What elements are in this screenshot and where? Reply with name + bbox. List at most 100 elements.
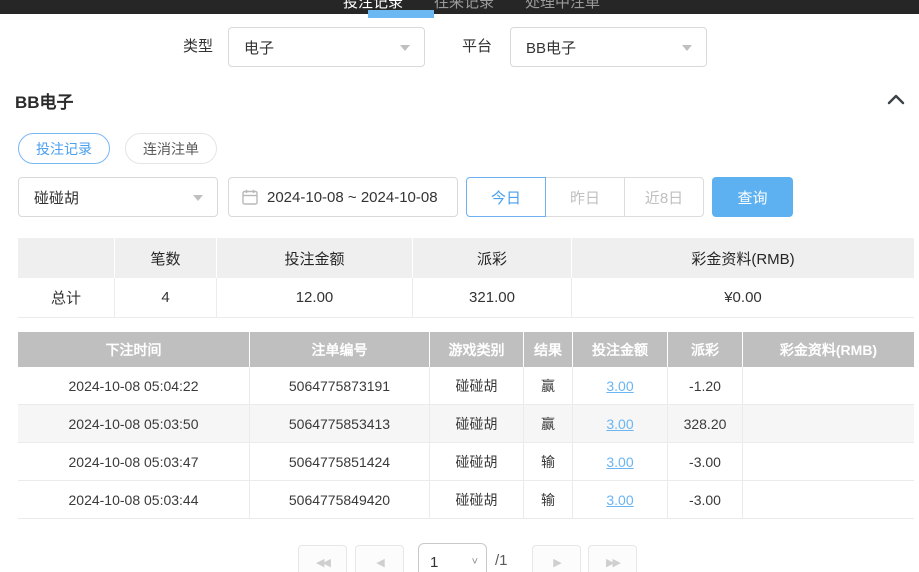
result-cell: 赢 [524, 405, 573, 443]
pagination: ◀◀ ◀ 1 ˅ /1 ▶ ▶▶ [0, 543, 919, 572]
summary-table-header: 笔数投注金额派彩彩金资料(RMB) [18, 238, 914, 278]
prev-page-icon: ◀ [376, 556, 382, 569]
prev-page-button[interactable]: ◀ [355, 545, 404, 572]
summary-total-label: 总计 [18, 278, 115, 318]
first-page-button[interactable]: ◀◀ [298, 545, 347, 572]
record-type-pills: 投注记录连消注单 [18, 133, 217, 164]
order-number-cell: 5064775873191 [250, 367, 430, 405]
platform-label: 平台 [462, 27, 492, 67]
detail-table-header: 下注时间注单编号游戏类别结果投注金额派彩彩金资料(RMB) [18, 332, 914, 367]
detail-header-cell: 游戏类别 [430, 332, 524, 367]
summary-bonus: ¥0.00 [572, 278, 914, 318]
next-page-button[interactable]: ▶ [532, 545, 581, 572]
bet-amount-link[interactable]: 3.00 [606, 454, 633, 470]
summary-count: 4 [115, 278, 217, 318]
detail-header-cell: 彩金资料(RMB) [743, 332, 914, 367]
bet-amount-cell: 3.00 [573, 481, 668, 519]
last-page-icon: ▶▶ [606, 556, 619, 569]
detail-header-cell: 结果 [524, 332, 573, 367]
payout-cell: -1.20 [668, 367, 743, 405]
quick-date-buttons: 今日昨日近8日 [466, 177, 704, 217]
summary-header-cell: 笔数 [115, 238, 217, 278]
detail-table: 下注时间注单编号游戏类别结果投注金额派彩彩金资料(RMB) 2024-10-08… [18, 332, 914, 519]
page-total: /1 [495, 552, 508, 569]
bonus-cell [743, 481, 914, 519]
bet-time-cell: 2024-10-08 05:03:47 [18, 443, 250, 481]
detail-table-body: 2024-10-08 05:04:225064775873191碰碰胡赢3.00… [18, 367, 914, 519]
search-button[interactable]: 查询 [712, 177, 793, 217]
chevron-down-icon [682, 45, 692, 51]
bet-time-cell: 2024-10-08 05:04:22 [18, 367, 250, 405]
platform-select-value: BB电子 [526, 37, 576, 58]
order-number-cell: 5064775849420 [250, 481, 430, 519]
detail-header-cell: 投注金额 [573, 332, 668, 367]
quick-date-button[interactable]: 今日 [466, 177, 546, 217]
order-number-cell: 5064775851424 [250, 443, 430, 481]
first-page-icon: ◀◀ [316, 556, 329, 569]
result-cell: 赢 [524, 367, 573, 405]
bonus-cell [743, 367, 914, 405]
game-select[interactable]: 碰碰胡 [18, 177, 218, 217]
game-type-cell: 碰碰胡 [430, 481, 524, 519]
date-range-input[interactable]: 2024-10-08 ~ 2024-10-08 [228, 177, 458, 217]
quick-date-button[interactable]: 近8日 [624, 177, 704, 217]
chevron-down-icon: ˅ [472, 556, 478, 568]
table-row: 2024-10-08 05:03:445064775849420碰碰胡输 3.00… [18, 481, 914, 519]
summary-bet-amount: 12.00 [217, 278, 413, 318]
chevron-down-icon [193, 195, 203, 201]
bet-amount-cell: 3.00 [573, 443, 668, 481]
summary-table-row: 总计 4 12.00 321.00 ¥0.00 [18, 278, 914, 318]
table-row: 2024-10-08 05:04:225064775873191碰碰胡赢 3.00… [18, 367, 914, 405]
chevron-down-icon [400, 45, 410, 51]
section-title: BB电子 [15, 88, 74, 113]
last-page-button[interactable]: ▶▶ [588, 545, 637, 572]
bet-amount-cell: 3.00 [573, 367, 668, 405]
betting-records-page: 投注记录 往来记录 处理中注单 类型 电子 平台 BB电子 BB电子 投注记录连消注… [0, 0, 919, 572]
type-label: 类型 [183, 27, 213, 67]
table-row: 2024-10-08 05:03:505064775853413碰碰胡赢3.00… [18, 405, 914, 443]
collapse-section-button[interactable] [884, 90, 908, 110]
type-select[interactable]: 电子 [228, 27, 425, 67]
summary-header-cell: 派彩 [413, 238, 572, 278]
summary-payout: 321.00 [413, 278, 572, 318]
bonus-cell [743, 443, 914, 481]
pill-tab[interactable]: 投注记录 [18, 133, 110, 164]
type-select-value: 电子 [244, 37, 274, 58]
bet-time-cell: 2024-10-08 05:03:50 [18, 405, 250, 443]
page-select[interactable]: 1 ˅ [418, 543, 487, 572]
top-nav-tab[interactable]: 处理中注单 [525, 0, 600, 12]
summary-header-cell: 投注金额 [217, 238, 413, 278]
date-range-value: 2024-10-08 ~ 2024-10-08 [267, 189, 438, 206]
summary-header-cell: 彩金资料(RMB) [572, 238, 914, 278]
bonus-cell [743, 405, 914, 443]
table-row: 2024-10-08 05:03:475064775851424碰碰胡输 3.00… [18, 443, 914, 481]
pill-tab[interactable]: 连消注单 [125, 133, 217, 164]
payout-cell: 328.20 [668, 405, 743, 443]
summary-table: 笔数投注金额派彩彩金资料(RMB) 总计 4 12.00 321.00 ¥0.0… [18, 238, 914, 318]
result-cell: 输 [524, 443, 573, 481]
chevron-up-icon [884, 90, 908, 110]
calendar-icon [242, 189, 258, 205]
bet-amount-link[interactable]: 3.00 [606, 416, 633, 432]
result-cell: 输 [524, 481, 573, 519]
next-page-icon: ▶ [553, 556, 559, 569]
bet-time-cell: 2024-10-08 05:03:44 [18, 481, 250, 519]
detail-header-cell: 派彩 [668, 332, 743, 367]
bet-amount-cell: 3.00 [573, 405, 668, 443]
bet-amount-link[interactable]: 3.00 [606, 492, 633, 508]
game-type-cell: 碰碰胡 [430, 367, 524, 405]
summary-header-cell [18, 238, 115, 278]
game-type-cell: 碰碰胡 [430, 443, 524, 481]
page-select-value: 1 [430, 554, 438, 571]
payout-cell: -3.00 [668, 481, 743, 519]
detail-header-cell: 注单编号 [250, 332, 430, 367]
top-nav-bar: 投注记录往来记录处理中注单 [0, 0, 919, 14]
top-nav-tab[interactable]: 往来记录 [434, 0, 494, 12]
game-type-cell: 碰碰胡 [430, 405, 524, 443]
active-tab-underline [368, 10, 434, 18]
bet-amount-link[interactable]: 3.00 [606, 378, 633, 394]
detail-header-cell: 下注时间 [18, 332, 250, 367]
payout-cell: -3.00 [668, 443, 743, 481]
quick-date-button[interactable]: 昨日 [545, 177, 625, 217]
platform-select[interactable]: BB电子 [510, 27, 707, 67]
